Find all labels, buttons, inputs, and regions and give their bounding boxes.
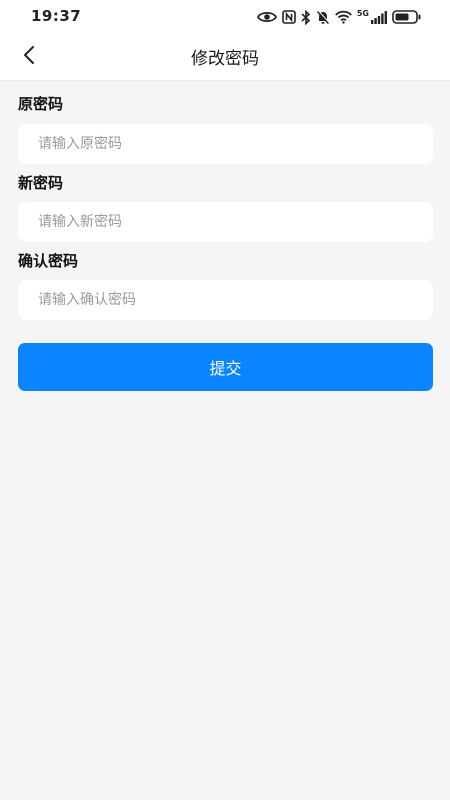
confirm-password-label: 确认密码 <box>18 252 79 270</box>
old-password-label: 原密码 <box>18 95 64 113</box>
battery-icon <box>392 10 422 24</box>
network-type-label: 5G <box>356 9 369 18</box>
nav-bar: 修改密码 <box>0 34 450 81</box>
status-bar: 19:37 5G <box>0 0 450 34</box>
nfc-icon <box>282 10 296 24</box>
signal-icon <box>371 10 387 24</box>
eye-icon <box>256 10 277 24</box>
old-password-input[interactable] <box>18 124 433 164</box>
new-password-label: 新密码 <box>18 174 64 192</box>
page-title: 修改密码 <box>191 49 259 69</box>
wifi-icon <box>335 10 352 24</box>
bluetooth-icon <box>301 9 311 25</box>
new-password-input[interactable] <box>18 202 433 242</box>
mute-bell-icon <box>316 9 330 25</box>
status-time: 19:37 <box>31 7 82 25</box>
confirm-password-input[interactable] <box>18 280 433 320</box>
password-form: 原密码 新密码 确认密码 <box>18 81 433 320</box>
status-icons: 5G <box>256 8 422 26</box>
submit-button[interactable]: 提交 <box>18 343 433 391</box>
